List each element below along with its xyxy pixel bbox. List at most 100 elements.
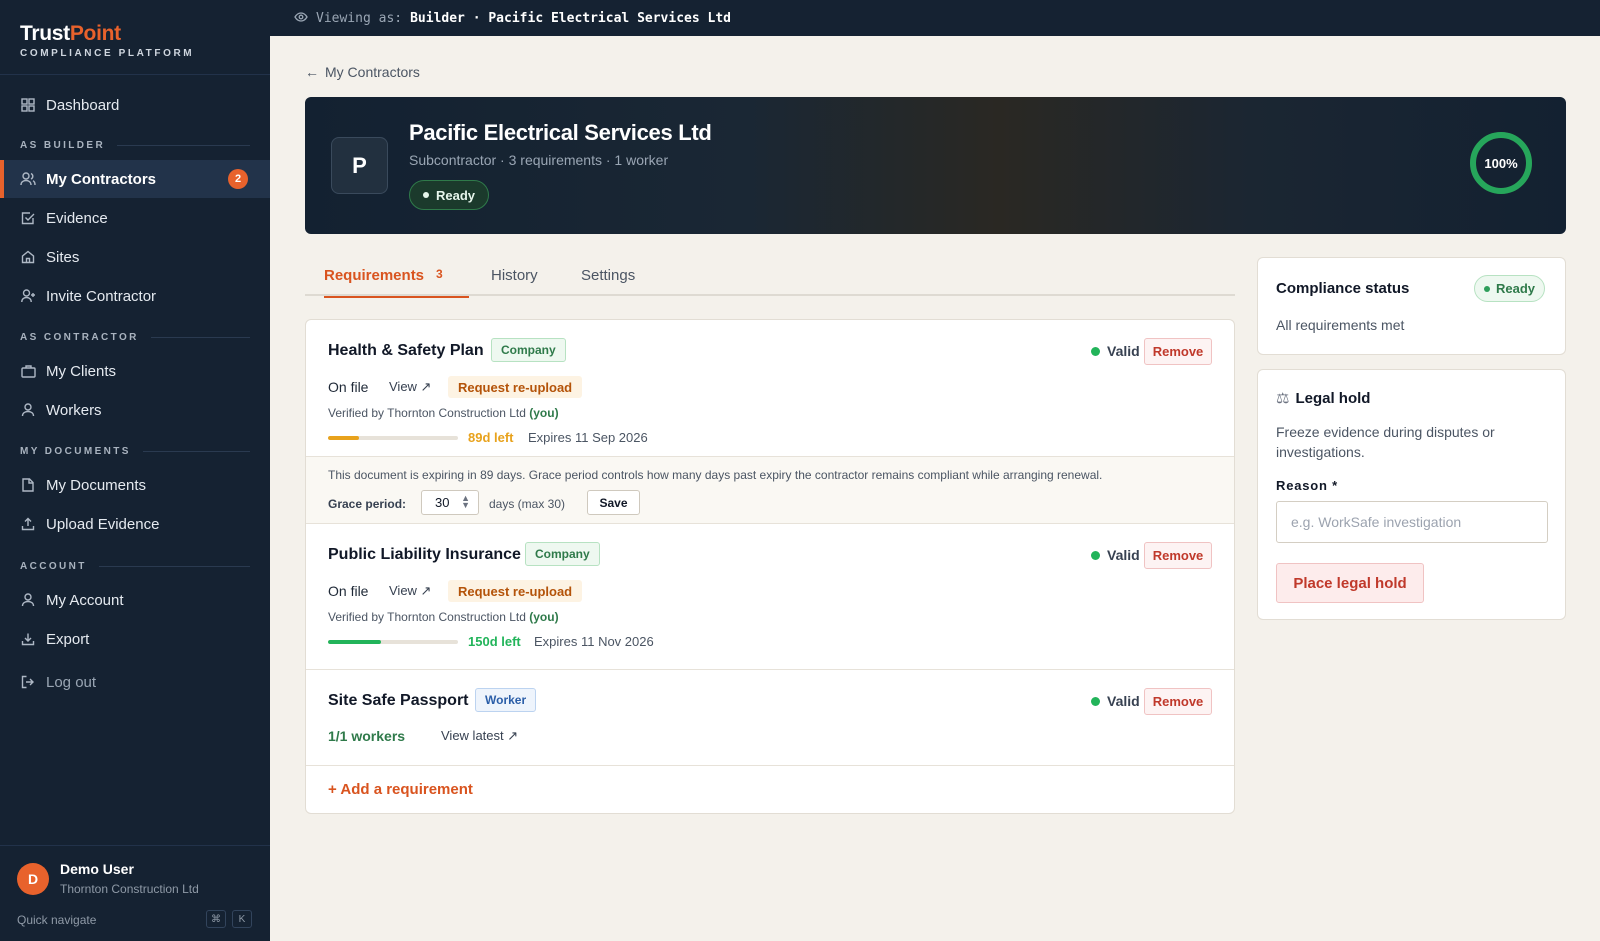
user-profile[interactable]: D Demo User Thornton Construction Ltd Qu… xyxy=(0,845,270,941)
sidebar-item-label: My Account xyxy=(46,591,124,609)
remove-button[interactable]: Remove xyxy=(1144,338,1212,365)
back-to-contractors-link[interactable]: ← My Contractors xyxy=(305,64,420,80)
user-name: Demo User xyxy=(60,861,134,877)
sidebar-item-label: My Contractors xyxy=(46,170,157,188)
quick-navigate-label: Quick navigate xyxy=(17,913,97,927)
compliance-status-title: Compliance status xyxy=(1276,280,1410,297)
view-document-link[interactable]: View ↗ xyxy=(389,379,431,395)
valid-dot-icon xyxy=(1091,550,1100,560)
grace-period-stepper[interactable]: 30 ▲ ▼ xyxy=(421,490,479,515)
sidebar-item-label: Sites xyxy=(46,248,80,266)
reason-input[interactable] xyxy=(1276,501,1548,543)
expiry-date: Expires 11 Nov 2026 xyxy=(534,634,654,649)
compliance-percent: 100% xyxy=(1484,155,1518,171)
sidebar-item-my-contractors[interactable]: My Contractors 2 xyxy=(0,160,270,198)
legal-hold-description: Freeze evidence during disputes or inves… xyxy=(1276,424,1495,460)
save-grace-period-button[interactable]: Save xyxy=(587,490,640,515)
verified-you-label: (you) xyxy=(529,610,559,624)
view-latest-link[interactable]: View latest ↗ xyxy=(441,728,518,744)
verified-by-label: Verified by Thornton Construction Ltd xyxy=(328,610,526,624)
sidebar-item-invite-contractor[interactable]: Invite Contractor xyxy=(0,277,270,315)
requirements-list: Health & Safety Plan Company Valid Remov… xyxy=(305,319,1235,814)
sidebar-item-sites[interactable]: Sites xyxy=(0,238,270,276)
sidebar-item-label: Upload Evidence xyxy=(46,515,160,533)
place-legal-hold-button[interactable]: Place legal hold xyxy=(1276,563,1424,603)
tab-history[interactable]: History xyxy=(491,257,538,296)
grace-period-value: 30 xyxy=(435,495,450,510)
expiry-progress-bar xyxy=(328,640,458,644)
grace-period-unit: days (max 30) xyxy=(489,497,566,511)
sidebar-item-label: My Clients xyxy=(46,362,117,380)
requirement-row: Public Liability Insurance Company Valid… xyxy=(306,524,1234,669)
sidebar-item-my-account[interactable]: My Account xyxy=(0,581,270,619)
grid-icon xyxy=(20,97,36,113)
request-reupload-button[interactable]: Request re-upload xyxy=(448,376,583,398)
sidebar-item-evidence[interactable]: Evidence xyxy=(0,199,270,237)
tab-label: Settings xyxy=(581,267,636,284)
scope-tag: Company xyxy=(525,542,600,566)
sidebar-item-label: Export xyxy=(46,630,90,648)
tab-settings[interactable]: Settings xyxy=(581,257,635,296)
k-key-hint: K xyxy=(232,910,252,928)
stepper-arrows-icon[interactable]: ▲ ▼ xyxy=(461,494,470,510)
legal-hold-title: ⚖ Legal hold xyxy=(1276,389,1371,408)
valid-dot-icon xyxy=(1091,346,1100,356)
grace-period-label: Grace period: xyxy=(328,497,407,511)
sidebar-item-export[interactable]: Export xyxy=(0,620,270,658)
status-badge-label: Ready xyxy=(1496,281,1536,296)
legal-hold-title-label: Legal hold xyxy=(1295,389,1371,407)
sidebar-item-label: Log out xyxy=(46,673,97,691)
tab-count: 3 xyxy=(436,267,443,281)
brand-logo[interactable]: TrustPoint xyxy=(20,22,250,46)
home-icon xyxy=(20,249,36,265)
brand-subtitle: COMPLIANCE PLATFORM xyxy=(20,48,195,59)
tab-label: Requirements xyxy=(324,267,425,284)
sidebar-item-my-clients[interactable]: My Clients xyxy=(0,352,270,390)
remove-button[interactable]: Remove xyxy=(1144,688,1212,715)
status-badge: Ready xyxy=(409,180,490,210)
section-my-documents: MY DOCUMENTS xyxy=(20,446,250,457)
scope-tag: Company xyxy=(491,338,566,362)
user-icon xyxy=(20,592,36,608)
sidebar-item-log-out[interactable]: Log out xyxy=(0,663,270,701)
brand: TrustPoint COMPLIANCE PLATFORM xyxy=(0,0,270,75)
viewing-as-value: Builder · Pacific Electrical Services Lt… xyxy=(410,10,731,26)
sidebar-item-my-documents[interactable]: My Documents xyxy=(0,466,270,504)
validity-label: Valid xyxy=(1107,343,1140,359)
section-as-contractor: AS CONTRACTOR xyxy=(20,332,250,343)
back-link-label: My Contractors xyxy=(325,64,420,80)
briefcase-icon xyxy=(20,363,36,379)
tab-requirements[interactable]: Requirements 3 xyxy=(324,257,469,298)
sidebar: TrustPoint COMPLIANCE PLATFORM Dashboard… xyxy=(0,0,270,941)
logout-icon xyxy=(20,674,36,690)
request-reupload-button[interactable]: Request re-upload xyxy=(448,580,583,602)
requirement-title: Site Safe Passport xyxy=(328,692,469,709)
expiry-progress-fill xyxy=(328,436,360,440)
requirement-row: Site Safe Passport Worker Valid Remove 1… xyxy=(306,670,1234,765)
view-document-link[interactable]: View ↗ xyxy=(389,583,431,599)
command-key-hint: ⌘ xyxy=(206,910,226,928)
sidebar-item-label: My Documents xyxy=(46,476,147,494)
sidebar-item-label: Workers xyxy=(46,401,102,419)
row-divider xyxy=(306,765,1234,766)
sidebar-item-dashboard[interactable]: Dashboard xyxy=(0,86,270,124)
sidebar-item-upload-evidence[interactable]: Upload Evidence xyxy=(0,505,270,543)
validity-label: Valid xyxy=(1107,547,1140,563)
user-plus-icon xyxy=(20,288,36,304)
days-left: 89d left xyxy=(468,430,514,445)
user-organization: Thornton Construction Ltd xyxy=(60,882,199,896)
download-icon xyxy=(20,631,36,647)
users-icon xyxy=(20,171,36,187)
remove-button[interactable]: Remove xyxy=(1144,542,1212,569)
section-account: ACCOUNT xyxy=(20,561,250,572)
on-file-label: On file xyxy=(328,379,369,395)
sidebar-item-label: Invite Contractor xyxy=(46,287,157,305)
days-left: 150d left xyxy=(468,634,521,649)
sidebar-item-workers[interactable]: Workers xyxy=(0,391,270,429)
tab-label: History xyxy=(491,267,538,284)
add-requirement-button[interactable]: + Add a requirement xyxy=(328,781,473,798)
requirement-row: Health & Safety Plan Company Valid Remov… xyxy=(306,320,1234,456)
verified-by-label: Verified by Thornton Construction Ltd xyxy=(328,406,526,420)
verified-you-label: (you) xyxy=(529,406,559,420)
reason-label: Reason * xyxy=(1276,478,1339,493)
